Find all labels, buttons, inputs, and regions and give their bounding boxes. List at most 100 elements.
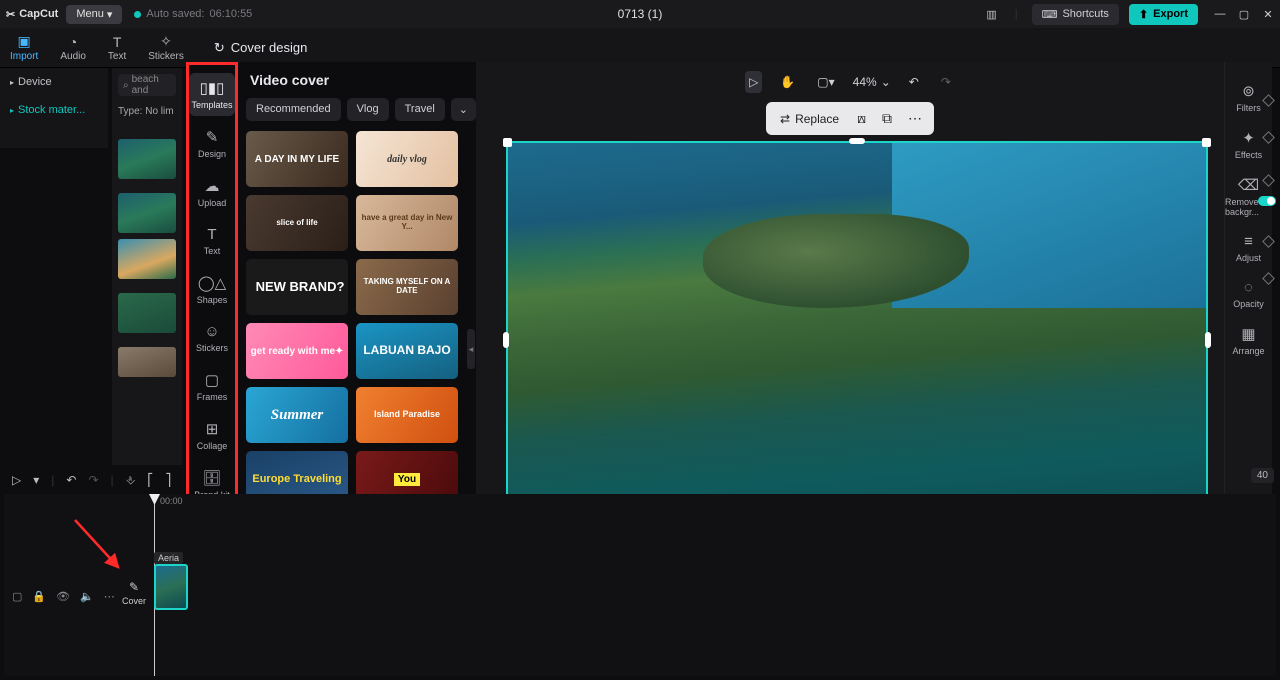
cover-chip[interactable]: ✎Cover <box>120 580 148 606</box>
resize-handle[interactable] <box>849 138 865 144</box>
keyframe-diamond[interactable] <box>1262 235 1275 248</box>
zoom-display[interactable]: 44% ⌄ <box>853 75 891 89</box>
stock-thumb[interactable] <box>118 139 176 179</box>
template-item[interactable]: have a great day in New Y... <box>356 195 458 251</box>
stock-thumb[interactable] <box>118 193 176 233</box>
more-button[interactable]: ⋯ <box>902 106 928 131</box>
template-item[interactable]: Summer <box>246 387 348 443</box>
tl-more-icon[interactable]: ⋯ <box>104 590 115 603</box>
design-icon: ✎ <box>206 128 219 146</box>
chevron-right-icon: ▸ <box>10 106 14 115</box>
tl-sound-icon[interactable]: 🔈 <box>80 590 94 603</box>
pointer-tool[interactable]: ▷ <box>12 473 21 487</box>
text-icon: T <box>113 34 122 50</box>
layout-icon[interactable]: ▥ <box>982 6 1000 23</box>
tl-lock-icon[interactable]: 🔒 <box>32 590 46 603</box>
upload-icon: ⬆ <box>1139 8 1148 21</box>
cat-shapes[interactable]: ◯△Shapes <box>189 268 235 311</box>
template-item[interactable]: daily vlog <box>356 131 458 187</box>
resize-handle[interactable] <box>503 138 512 147</box>
crop-button[interactable]: ⟎ <box>851 106 872 131</box>
prop-opacity[interactable]: ◌Opacity <box>1233 279 1264 309</box>
tab-stickers[interactable]: ✧Stickers <box>148 33 184 62</box>
cat-design[interactable]: ✎Design <box>189 122 235 165</box>
export-button[interactable]: ⬆ Export <box>1129 4 1198 25</box>
redo-button[interactable]: ↷ <box>937 71 955 93</box>
cat-templates[interactable]: ▯▮▯Templates <box>189 73 235 116</box>
filter-vlog[interactable]: Vlog <box>347 98 389 121</box>
tab-text[interactable]: TText <box>108 34 126 62</box>
prop-arrange[interactable]: ▦Arrange <box>1232 325 1264 356</box>
resize-handle[interactable] <box>1205 332 1211 348</box>
keyframe-diamond[interactable] <box>1262 272 1275 285</box>
cat-upload[interactable]: ☁Upload <box>189 171 235 214</box>
grid-icon: ⊞ <box>206 420 219 438</box>
search-icon: ⌕ <box>123 80 129 91</box>
trim-left-tool[interactable]: ⎡ <box>147 473 153 487</box>
tab-import[interactable]: ▣Import <box>10 33 38 62</box>
undo-button[interactable]: ↶ <box>66 473 76 487</box>
crop-tool[interactable]: ▢▾ <box>813 71 838 93</box>
timeline[interactable]: 00:00 Aeria ✎Cover ▢ 🔒 👁 🔈 ⋯ <box>4 494 1276 676</box>
undo-button[interactable]: ↶ <box>905 71 923 93</box>
cat-frames[interactable]: ▢Frames <box>189 365 235 408</box>
search-input[interactable]: ⌕beach and <box>118 74 176 96</box>
templates-icon: ▯▮▯ <box>200 79 225 97</box>
selection-action-bar: ⇄Replace ⟎ ⧉ ⋯ <box>766 102 934 135</box>
eraser-icon: ⌫ <box>1238 176 1259 194</box>
duplicate-button[interactable]: ⧉ <box>876 106 898 131</box>
template-item[interactable]: NEW BRAND? <box>246 259 348 315</box>
cat-stickers[interactable]: ☺Stickers <box>189 317 235 359</box>
maximize-button[interactable]: ▢ <box>1238 8 1250 21</box>
menu-button[interactable]: Menu ▾ <box>66 5 122 24</box>
template-item[interactable]: Island Paradise <box>356 387 458 443</box>
close-button[interactable]: ✕ <box>1262 8 1274 21</box>
cat-collage[interactable]: ⊞Collage <box>189 414 235 457</box>
keyframe-diamond[interactable] <box>1262 174 1275 187</box>
filter-recommended[interactable]: Recommended <box>246 98 341 121</box>
redo-button[interactable]: ↷ <box>88 473 98 487</box>
minimize-button[interactable]: — <box>1214 8 1226 21</box>
keyframe-diamond[interactable] <box>1262 94 1275 107</box>
type-filter[interactable]: Type: No lim <box>118 102 176 121</box>
nav-stock-materials[interactable]: ▸Stock mater... <box>0 96 108 124</box>
timeline-clip[interactable] <box>154 564 188 610</box>
template-item[interactable]: TAKING MYSELF ON A DATE <box>356 259 458 315</box>
resize-handle[interactable] <box>1202 138 1211 147</box>
tool-dropdown[interactable]: ▾ <box>33 473 39 487</box>
text-icon: T <box>207 226 216 243</box>
toggle-switch[interactable] <box>1258 196 1276 206</box>
template-item[interactable]: A DAY IN MY LIFE <box>246 131 348 187</box>
smile-icon: ☺ <box>204 323 219 340</box>
nav-device[interactable]: ▸Device <box>0 68 108 96</box>
template-item[interactable]: LABUAN BAJO <box>356 323 458 379</box>
split-tool[interactable]: ⎀ <box>126 473 136 488</box>
tl-mute-icon[interactable]: ▢ <box>12 590 22 603</box>
select-tool[interactable]: ▷ <box>745 71 762 93</box>
chevron-down-icon: ▾ <box>107 8 113 21</box>
stock-thumb[interactable] <box>118 239 176 279</box>
template-item[interactable]: get ready with me✦ <box>246 323 348 379</box>
resize-handle[interactable] <box>503 332 509 348</box>
cat-text[interactable]: TText <box>189 220 235 262</box>
panel-title: Video cover <box>246 72 458 88</box>
stock-thumb[interactable] <box>118 347 176 377</box>
keyframe-diamond[interactable] <box>1262 131 1275 144</box>
filter-travel[interactable]: Travel <box>395 98 445 121</box>
trim-right-tool[interactable]: ⎤ <box>165 473 171 487</box>
shortcuts-button[interactable]: ⌨ Shortcuts <box>1032 4 1119 25</box>
chevron-down-icon: ⌄ <box>881 75 891 89</box>
stock-thumb[interactable] <box>118 293 176 333</box>
droplet-icon: ◌ <box>1244 279 1253 296</box>
project-title: 0713 (1) <box>618 7 663 21</box>
autosave-status: Auto saved: 06:10:55 <box>134 8 252 20</box>
cloud-upload-icon: ☁ <box>205 177 220 195</box>
template-item[interactable]: slice of life <box>246 195 348 251</box>
collapse-handle[interactable]: ◂ <box>467 329 475 369</box>
replace-button[interactable]: ⇄Replace <box>772 108 847 130</box>
clip-label: Aeria <box>154 552 183 564</box>
tl-eye-icon[interactable]: 👁 <box>56 590 70 603</box>
shapes-icon: ◯△ <box>198 274 226 292</box>
tab-audio[interactable]: ◔Audio <box>60 34 86 62</box>
hand-tool[interactable]: ✋ <box>776 71 799 93</box>
